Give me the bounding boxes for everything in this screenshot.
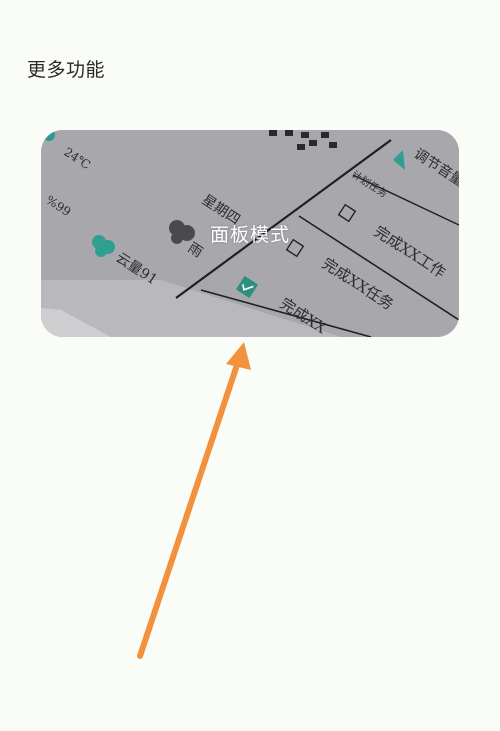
pointer-arrow: [137, 342, 251, 659]
arrow-shaft: [137, 359, 241, 659]
arrow-head: [226, 342, 251, 370]
